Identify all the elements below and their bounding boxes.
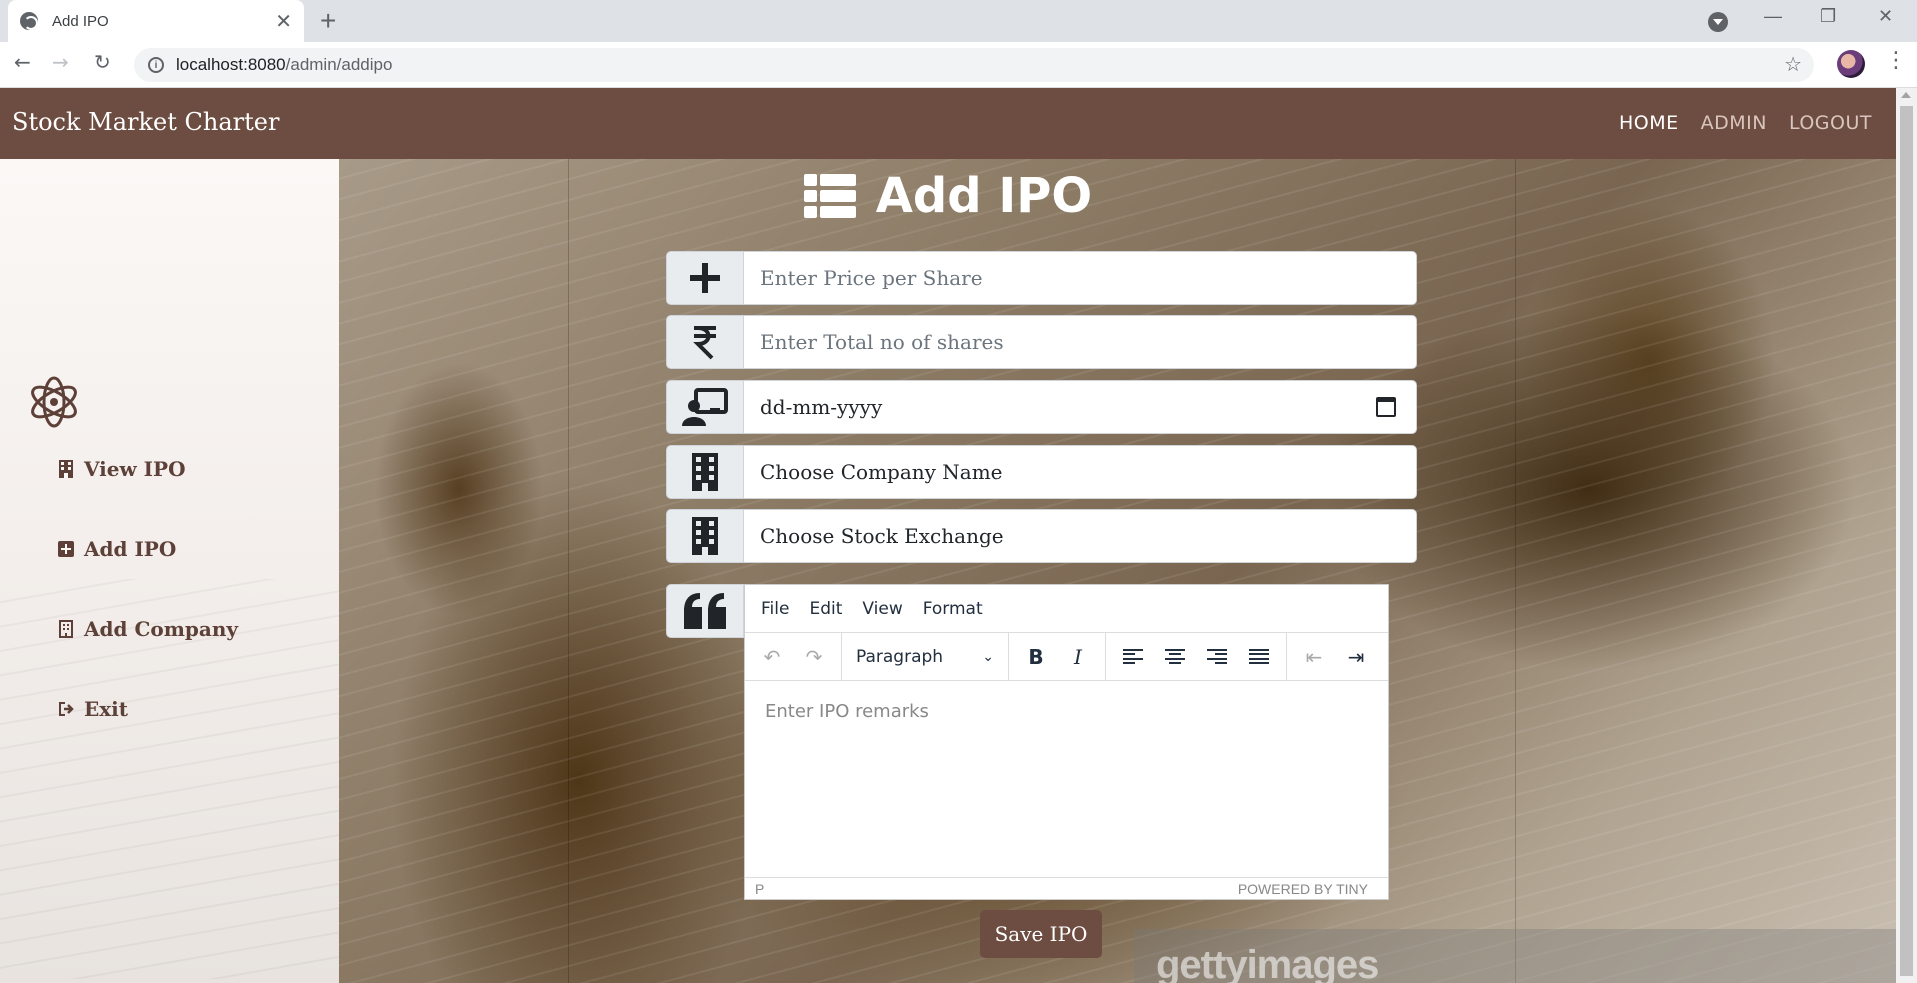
block-format-value: Paragraph <box>856 646 944 667</box>
list-icon <box>803 174 856 218</box>
building-icon <box>666 445 744 499</box>
page-title: Add IPO <box>0 168 1896 224</box>
browser-tabstrip: Add IPO ✕ + — ❐ ✕ <box>0 0 1917 42</box>
building-icon <box>59 460 73 478</box>
outdent-icon[interactable]: ⇤ <box>1295 640 1333 674</box>
sidebar-item-add-company[interactable]: Add Company <box>58 617 238 641</box>
sidebar-item-label: Exit <box>84 697 129 721</box>
watermark-banner: gettyimages <box>1134 929 1896 983</box>
new-tab-button[interactable]: + <box>320 6 336 36</box>
minimize-button[interactable]: — <box>1764 6 1782 27</box>
exchange-select[interactable]: Choose Stock Exchange <box>744 509 1417 563</box>
company-field: Choose Company Name <box>666 445 1417 499</box>
building-outline-icon <box>59 620 73 638</box>
sidebar-item-exit[interactable]: Exit <box>58 697 128 721</box>
quote-icon <box>666 584 744 638</box>
close-window-button[interactable]: ✕ <box>1878 6 1893 27</box>
company-select[interactable]: Choose Company Name <box>744 445 1417 499</box>
watermark-text: gettyimages <box>1156 943 1379 983</box>
rupee-icon <box>666 315 744 369</box>
sidebar-item-label: Add Company <box>84 617 238 641</box>
menu-edit[interactable]: Edit <box>809 599 842 619</box>
plus-square-icon <box>58 541 74 557</box>
page-scrollbar[interactable] <box>1896 88 1917 983</box>
editor-content-area[interactable]: Enter IPO remarks <box>745 681 1388 877</box>
nav-admin[interactable]: ADMIN <box>1701 112 1767 134</box>
browser-menu-icon[interactable]: ⋮ <box>1885 48 1907 73</box>
sign-out-icon <box>59 702 74 716</box>
building-icon <box>666 509 744 563</box>
chevron-down-icon: ⌄ <box>982 648 994 665</box>
tab-close-icon[interactable]: ✕ <box>275 9 292 34</box>
bold-icon[interactable]: B <box>1017 640 1055 674</box>
italic-icon[interactable]: I <box>1059 640 1097 674</box>
align-justify-icon[interactable] <box>1240 640 1278 674</box>
align-left-icon[interactable] <box>1114 640 1152 674</box>
editor-placeholder: Enter IPO remarks <box>765 701 929 722</box>
nav-home[interactable]: HOME <box>1619 112 1679 134</box>
atom-logo-icon <box>31 376 77 428</box>
style-group: B I <box>1009 632 1106 681</box>
sidebar: View IPO Add IPO Add Company Exit <box>0 159 339 983</box>
address-bar[interactable]: i localhost:8080/admin/addipo ☆ <box>134 48 1814 82</box>
block-format-group: Paragraph ⌄ <box>842 632 1009 681</box>
indent-icon[interactable]: ⇥ <box>1337 640 1375 674</box>
scroll-up-icon[interactable] <box>1901 92 1911 98</box>
page-title-text: Add IPO <box>875 168 1093 224</box>
align-center-icon[interactable] <box>1156 640 1194 674</box>
shares-field: Enter Total no of shares <box>666 315 1417 369</box>
menu-file[interactable]: File <box>761 599 789 619</box>
tab-title: Add IPO <box>52 12 109 30</box>
align-right-icon[interactable] <box>1198 640 1236 674</box>
tab-search-icon[interactable] <box>1708 12 1728 32</box>
price-input[interactable]: Enter Price per Share <box>744 251 1417 305</box>
menu-format[interactable]: Format <box>923 599 983 619</box>
price-field: Enter Price per Share <box>666 251 1417 305</box>
block-format-select[interactable]: Paragraph ⌄ <box>850 640 1000 674</box>
date-field: dd-mm-yyyy <box>666 380 1417 434</box>
editor-menubar: File Edit View Format <box>745 585 1388 633</box>
profile-avatar[interactable] <box>1837 50 1865 78</box>
undo-icon[interactable]: ↶ <box>753 640 791 674</box>
bookmark-star-icon[interactable]: ☆ <box>1784 52 1802 76</box>
browser-tab[interactable]: Add IPO ✕ <box>8 0 304 42</box>
calendar-icon[interactable] <box>1376 397 1396 417</box>
date-value: dd-mm-yyyy <box>760 395 883 419</box>
date-input[interactable]: dd-mm-yyyy <box>744 380 1417 434</box>
column-divider <box>1515 159 1516 983</box>
nav-links: HOME ADMIN LOGOUT <box>1619 112 1872 134</box>
history-group: ↶ ↷ <box>745 632 842 681</box>
redo-icon[interactable]: ↷ <box>795 640 833 674</box>
element-path[interactable]: P <box>755 881 764 897</box>
url-text: localhost:8080/admin/addipo <box>176 55 393 74</box>
restore-button[interactable]: ❐ <box>1820 6 1836 27</box>
browser-toolbar: ← → ↻ i localhost:8080/admin/addipo ☆ <box>0 42 1917 88</box>
exchange-field: Choose Stock Exchange <box>666 509 1417 563</box>
sidebar-item-label: View IPO <box>84 457 186 481</box>
sidebar-item-add-ipo[interactable]: Add IPO <box>58 537 176 561</box>
info-icon[interactable]: i <box>148 57 164 73</box>
scrollbar-thumb[interactable] <box>1900 106 1913 976</box>
save-ipo-button[interactable]: Save IPO <box>980 910 1102 958</box>
align-group <box>1106 632 1287 681</box>
back-icon[interactable]: ← <box>14 50 31 74</box>
powered-by-link[interactable]: POWERED BY TINY <box>1238 881 1368 897</box>
globe-icon <box>20 12 38 30</box>
app-navbar: Stock Market Charter HOME ADMIN LOGOUT <box>0 88 1896 159</box>
plus-icon <box>666 251 744 305</box>
editor-toolbar: ↶ ↷ Paragraph ⌄ B I ⇤ ⇥ <box>745 632 1388 681</box>
editor-statusbar: P POWERED BY TINY <box>745 877 1388 899</box>
forward-icon[interactable]: → <box>52 50 69 74</box>
shares-input[interactable]: Enter Total no of shares <box>744 315 1417 369</box>
brand-title[interactable]: Stock Market Charter <box>12 108 279 136</box>
nav-logout[interactable]: LOGOUT <box>1789 112 1872 134</box>
column-divider <box>568 159 569 983</box>
remarks-editor: File Edit View Format ↶ ↷ Paragraph ⌄ B … <box>744 584 1389 900</box>
sidebar-item-label: Add IPO <box>84 537 177 561</box>
reload-icon[interactable]: ↻ <box>94 50 111 74</box>
indent-group: ⇤ ⇥ <box>1287 633 1383 681</box>
sidebar-item-view-ipo[interactable]: View IPO <box>58 457 185 481</box>
person-board-icon <box>666 380 744 434</box>
menu-view[interactable]: View <box>862 599 902 619</box>
